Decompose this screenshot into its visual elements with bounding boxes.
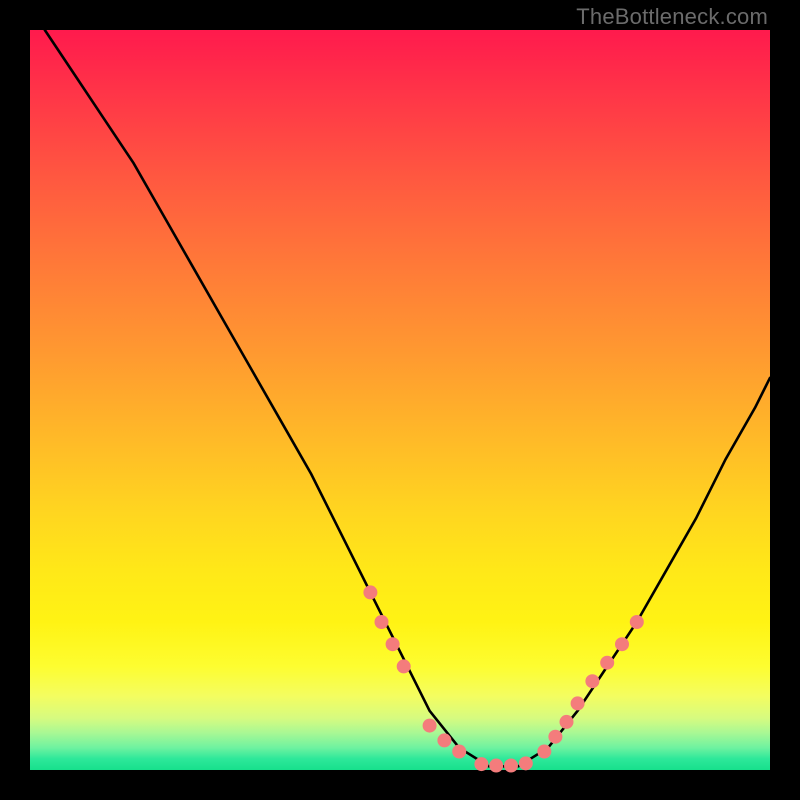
curve-dot [452, 745, 466, 759]
curve-dot [504, 759, 518, 773]
outer-frame: TheBottleneck.com [0, 0, 800, 800]
curve-dot [630, 615, 644, 629]
curve-dot [600, 656, 614, 670]
watermark-label: TheBottleneck.com [576, 4, 768, 30]
chart-svg [30, 30, 770, 770]
curve-dot [437, 733, 451, 747]
curve-dot [386, 637, 400, 651]
curve-dot [397, 659, 411, 673]
gradient-plot-area [30, 30, 770, 770]
curve-dot [585, 674, 599, 688]
curve-dot [519, 756, 533, 770]
curve-dot [615, 637, 629, 651]
curve-dot [571, 696, 585, 710]
curve-dot [474, 757, 488, 771]
curve-dot [375, 615, 389, 629]
curve-dot [560, 715, 574, 729]
curve-dots-group [363, 585, 643, 772]
curve-dot [423, 719, 437, 733]
curve-dot [489, 759, 503, 773]
curve-dot [363, 585, 377, 599]
curve-dot [548, 730, 562, 744]
bottleneck-curve [45, 30, 770, 766]
curve-dot [537, 745, 551, 759]
